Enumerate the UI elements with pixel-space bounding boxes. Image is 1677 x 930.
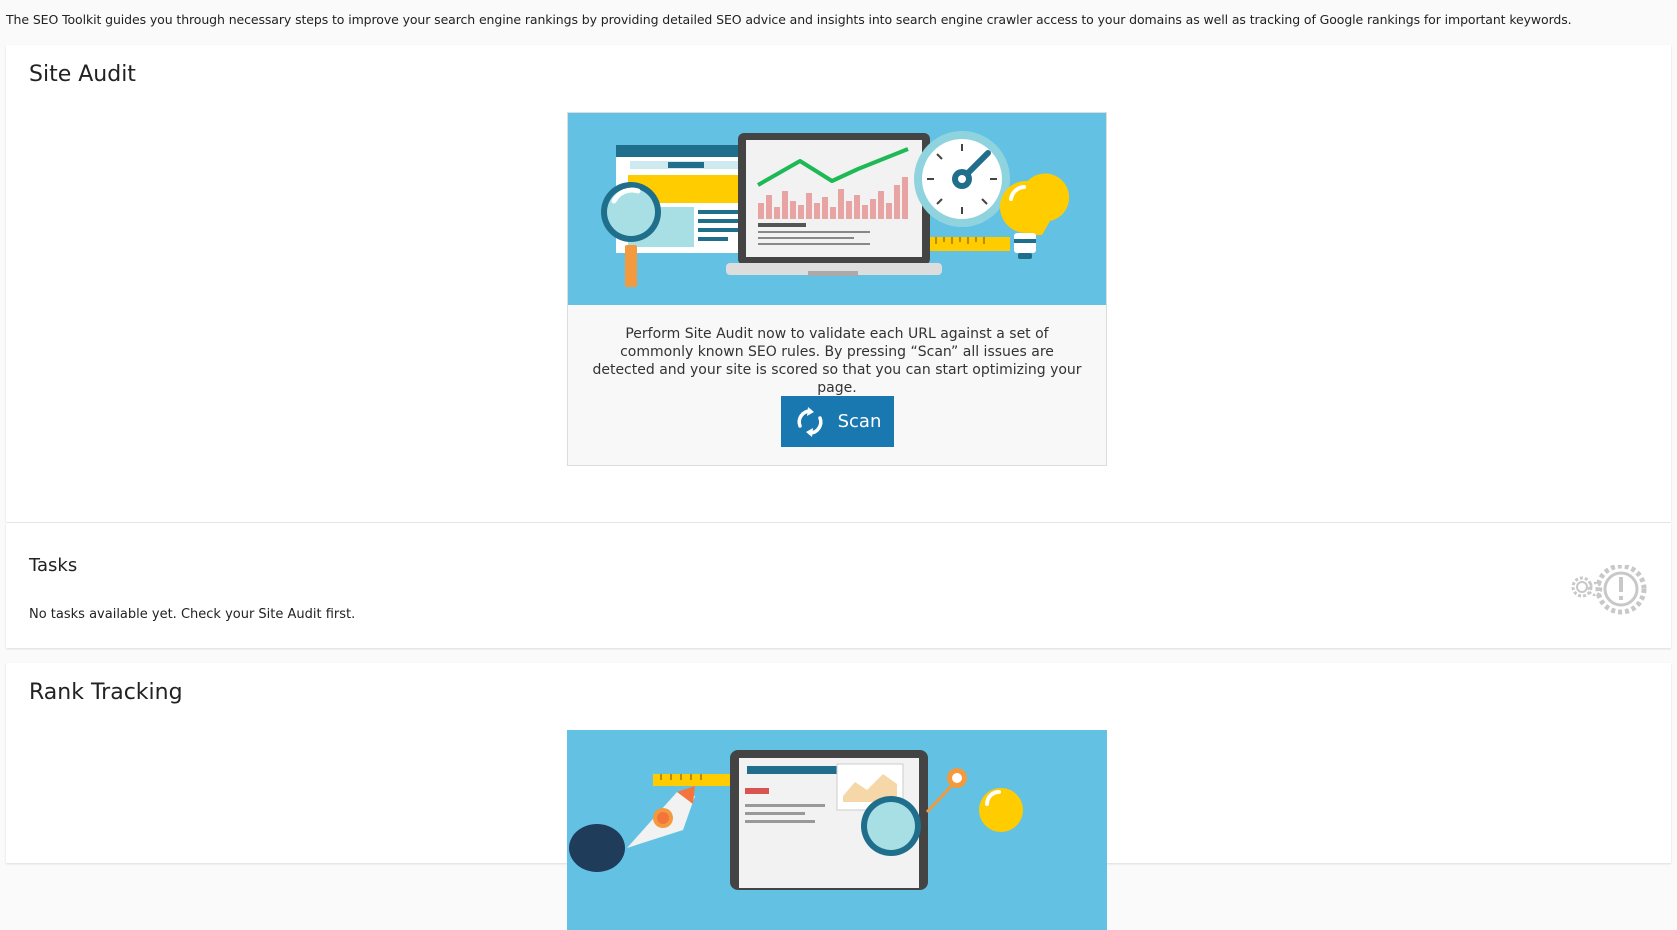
site-audit-card: Perform Site Audit now to validate each … (567, 112, 1107, 466)
tasks-title: Tasks (29, 555, 78, 576)
site-audit-panel: Site Audit Perform Site Audit now to val… (6, 45, 1671, 522)
scan-button[interactable]: Scan (781, 396, 894, 447)
seo-audit-illustration (568, 113, 1106, 305)
rank-tracking-panel: Rank Tracking (6, 663, 1671, 930)
tasks-panel: Tasks No tasks available yet. Check your… (6, 523, 1671, 648)
site-audit-title: Site Audit (29, 62, 136, 87)
rank-tracking-title: Rank Tracking (29, 680, 183, 705)
scan-button-label: Scan (837, 411, 882, 432)
rank-tracking-card (567, 730, 1107, 930)
tasks-empty-message: No tasks available yet. Check your Site … (29, 607, 356, 622)
refresh-icon (797, 406, 823, 437)
rank-tracking-illustration (567, 730, 1105, 922)
intro-text: The SEO Toolkit guides you through neces… (6, 12, 1572, 27)
gears-warning-icon (1571, 565, 1647, 615)
site-audit-description: Perform Site Audit now to validate each … (592, 326, 1082, 396)
